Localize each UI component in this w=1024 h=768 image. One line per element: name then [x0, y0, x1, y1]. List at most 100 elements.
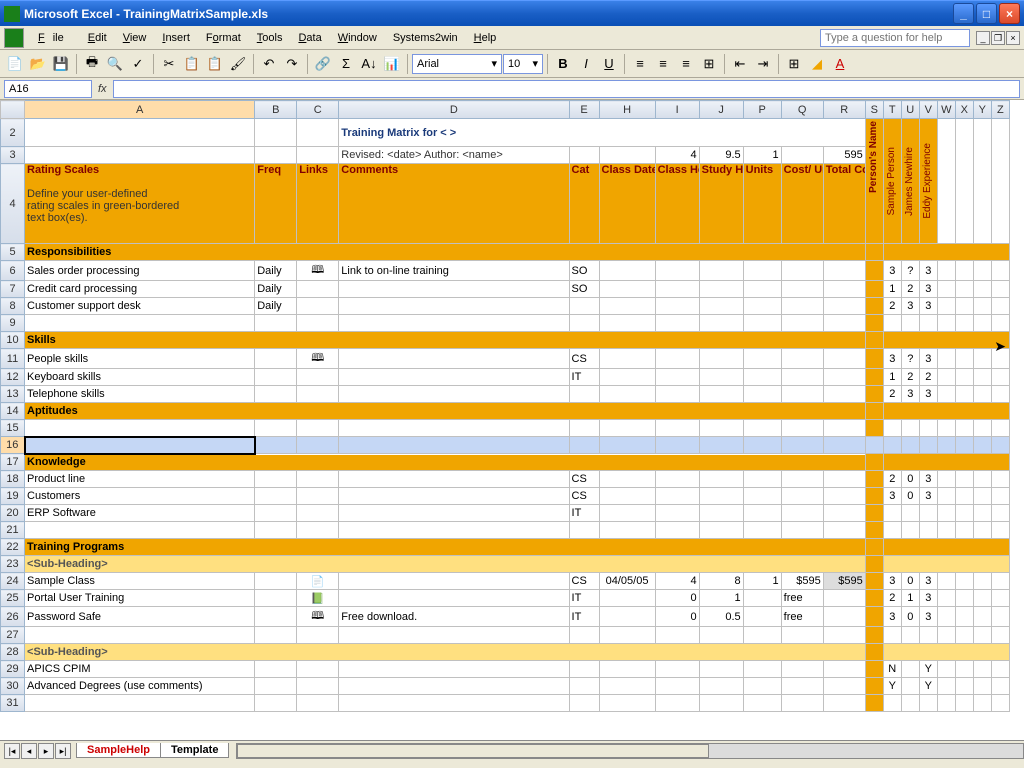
row-8[interactable]: 8Customer support deskDaily233 [1, 298, 1010, 315]
indent-inc-button[interactable]: ⇥ [752, 53, 774, 75]
font-size-select[interactable]: 10▾ [503, 54, 543, 74]
align-left-button[interactable]: ≡ [629, 53, 651, 75]
col-H[interactable]: H [599, 101, 655, 119]
underline-button[interactable]: U [598, 53, 620, 75]
col-U[interactable]: U [901, 101, 919, 119]
fill-color-button[interactable]: ◢ [806, 53, 828, 75]
redo-button[interactable]: ↷ [281, 53, 303, 75]
row-9[interactable]: 9 [1, 315, 1010, 332]
new-button[interactable]: 📄 [4, 53, 26, 75]
row-17[interactable]: 17Knowledge [1, 454, 1010, 471]
tab-next-button[interactable]: ▸ [38, 743, 54, 759]
row-25[interactable]: 25Portal User Training📗IT01free213 [1, 590, 1010, 607]
paste-button[interactable]: 📋 [204, 53, 226, 75]
bold-button[interactable]: B [552, 53, 574, 75]
col-V[interactable]: V [919, 101, 937, 119]
close-button[interactable]: × [999, 3, 1020, 24]
italic-button[interactable]: I [575, 53, 597, 75]
row-30[interactable]: 30Advanced Degrees (use comments)YY [1, 678, 1010, 695]
help-search[interactable] [820, 29, 970, 47]
row-23[interactable]: 23<Sub-Heading> [1, 556, 1010, 573]
formula-bar[interactable] [113, 80, 1020, 98]
row-10[interactable]: 10Skills [1, 332, 1010, 349]
col-W[interactable]: W [937, 101, 955, 119]
row-5[interactable]: 5Responsibilities [1, 244, 1010, 261]
spell-button[interactable]: ✓ [127, 53, 149, 75]
font-color-button[interactable]: A [829, 53, 851, 75]
row-4[interactable]: 4 Rating Scales Define your user-defined… [1, 164, 1010, 244]
autosum-button[interactable]: Σ [335, 53, 357, 75]
tab-template[interactable]: Template [160, 743, 229, 758]
tab-last-button[interactable]: ▸| [55, 743, 71, 759]
select-all-corner[interactable] [1, 101, 25, 119]
col-Y[interactable]: Y [973, 101, 991, 119]
col-C[interactable]: C [297, 101, 339, 119]
col-E[interactable]: E [569, 101, 599, 119]
menu-file[interactable]: File [30, 29, 80, 47]
row-13[interactable]: 13Telephone skills233 [1, 386, 1010, 403]
row-27[interactable]: 27 [1, 627, 1010, 644]
menu-view[interactable]: View [115, 29, 155, 47]
format-painter-button[interactable]: 🖌 [227, 53, 249, 75]
undo-button[interactable]: ↶ [258, 53, 280, 75]
col-Z[interactable]: Z [991, 101, 1009, 119]
spreadsheet-grid[interactable]: ➤ A B C D E H I J P Q R S T U V W X Y Z … [0, 100, 1024, 740]
maximize-button[interactable]: □ [976, 3, 997, 24]
row-7[interactable]: 7Credit card processingDailySO123 [1, 281, 1010, 298]
doc-restore-button[interactable]: ❐ [991, 31, 1005, 45]
menu-insert[interactable]: Insert [154, 29, 198, 47]
doc-close-button[interactable]: × [1006, 31, 1020, 45]
merge-button[interactable]: ⊞ [698, 53, 720, 75]
cut-button[interactable]: ✂ [158, 53, 180, 75]
col-X[interactable]: X [955, 101, 973, 119]
col-T[interactable]: T [883, 101, 901, 119]
doc-min-button[interactable]: _ [976, 31, 990, 45]
open-button[interactable]: 📂 [27, 53, 49, 75]
menu-help[interactable]: Help [466, 29, 505, 47]
horizontal-scrollbar[interactable] [236, 743, 1024, 759]
menu-tools[interactable]: Tools [249, 29, 291, 47]
tab-samplehelp[interactable]: SampleHelp [76, 743, 161, 758]
row-11[interactable]: 11People skills🕮CS3?3 [1, 349, 1010, 369]
col-S[interactable]: S [865, 101, 883, 119]
row-26[interactable]: 26Password Safe🕮Free download.IT00.5free… [1, 607, 1010, 627]
tab-first-button[interactable]: |◂ [4, 743, 20, 759]
copy-button[interactable]: 📋 [181, 53, 203, 75]
row-3[interactable]: 3 Revised: <date> Author: <name> 4 9.5 1… [1, 147, 1010, 164]
row-21[interactable]: 21 [1, 522, 1010, 539]
indent-dec-button[interactable]: ⇤ [729, 53, 751, 75]
row-19[interactable]: 19CustomersCS303 [1, 488, 1010, 505]
font-select[interactable]: Arial▾ [412, 54, 502, 74]
print-button[interactable]: 🖶 [81, 53, 103, 75]
row-2[interactable]: 2 Training Matrix for < > Person's Name … [1, 119, 1010, 147]
menu-systems2win[interactable]: Systems2win [385, 29, 466, 47]
row-15[interactable]: 15 [1, 420, 1010, 437]
col-Q[interactable]: Q [781, 101, 823, 119]
col-A[interactable]: A [25, 101, 255, 119]
fx-icon[interactable]: fx [98, 83, 107, 95]
row-16[interactable]: 16 [1, 437, 1010, 454]
col-I[interactable]: I [655, 101, 699, 119]
col-J[interactable]: J [699, 101, 743, 119]
name-box[interactable] [4, 80, 92, 98]
menu-data[interactable]: Data [290, 29, 329, 47]
print-preview-button[interactable]: 🔍 [104, 53, 126, 75]
borders-button[interactable]: ⊞ [783, 53, 805, 75]
row-14[interactable]: 14Aptitudes [1, 403, 1010, 420]
chart-button[interactable]: 📊 [381, 53, 403, 75]
row-28[interactable]: 28<Sub-Heading> [1, 644, 1010, 661]
save-button[interactable]: 💾 [50, 53, 72, 75]
row-24[interactable]: 24Sample Class📄CS04/05/05481$595$595303 [1, 573, 1010, 590]
row-31[interactable]: 31 [1, 695, 1010, 712]
row-12[interactable]: 12Keyboard skillsIT122 [1, 369, 1010, 386]
align-right-button[interactable]: ≡ [675, 53, 697, 75]
align-center-button[interactable]: ≡ [652, 53, 674, 75]
minimize-button[interactable]: _ [953, 3, 974, 24]
row-20[interactable]: 20ERP SoftwareIT [1, 505, 1010, 522]
col-B[interactable]: B [255, 101, 297, 119]
menu-edit[interactable]: Edit [80, 29, 115, 47]
col-R[interactable]: R [823, 101, 865, 119]
hyperlink-button[interactable]: 🔗 [312, 53, 334, 75]
row-18[interactable]: 18Product lineCS203 [1, 471, 1010, 488]
col-P[interactable]: P [743, 101, 781, 119]
